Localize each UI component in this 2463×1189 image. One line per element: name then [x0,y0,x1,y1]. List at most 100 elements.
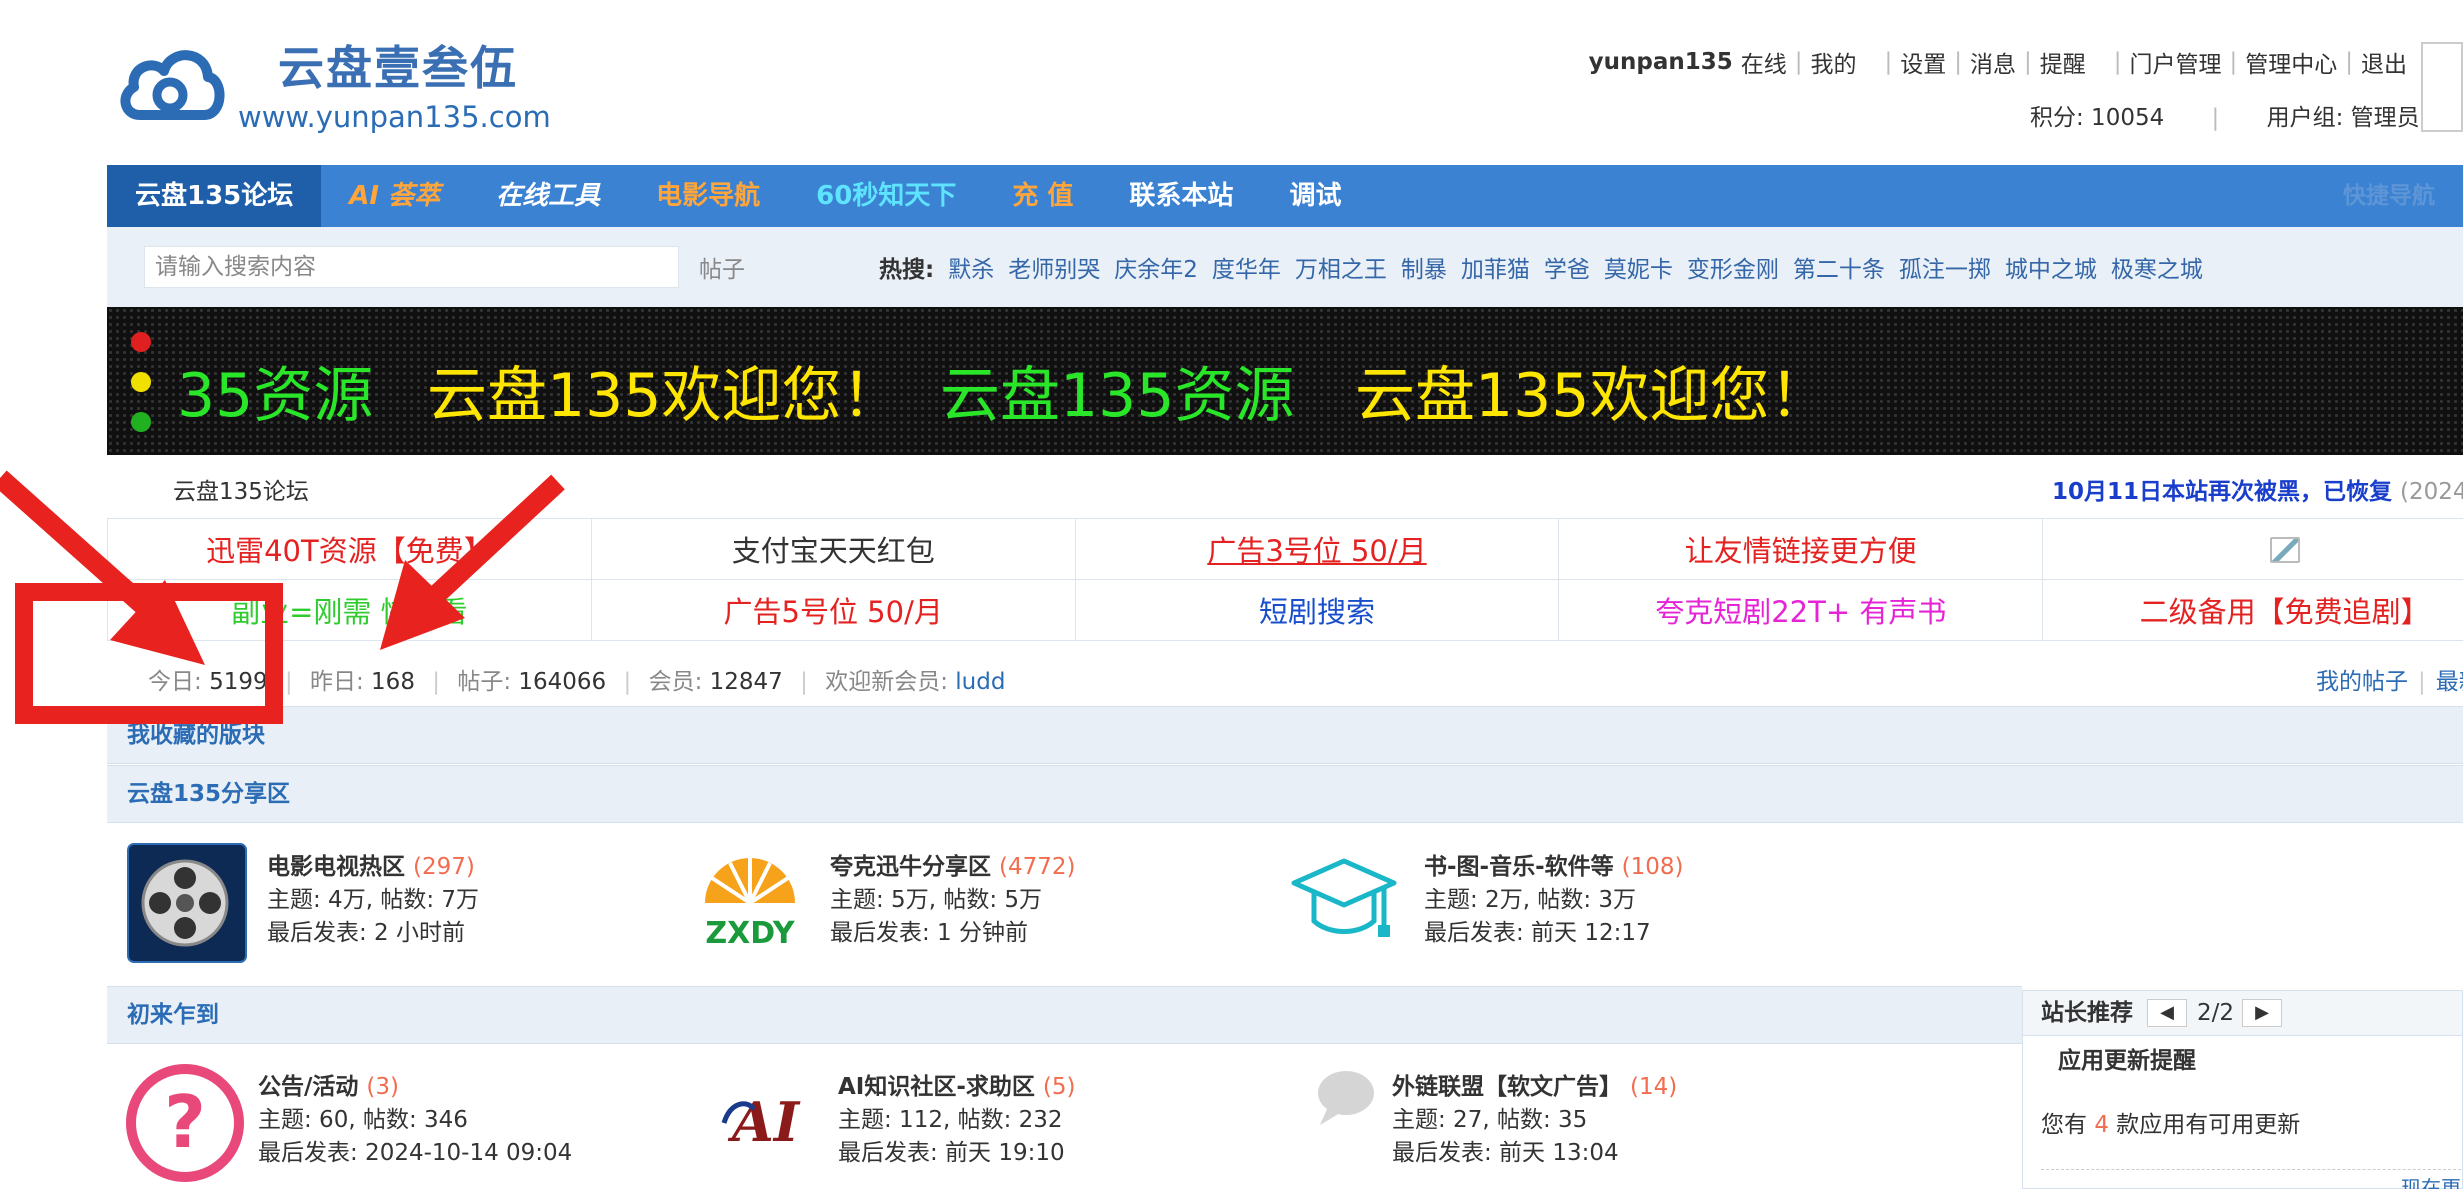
notice-text[interactable]: 10月11日本站再次被黑，已恢复 [2052,479,2392,505]
section-favorites[interactable]: 我收藏的版块 [107,706,2463,764]
hot-search-item[interactable]: 城中之城 [2005,250,2097,284]
forum-last-post[interactable]: 最后发表: 前天 12:17 [1424,913,1651,947]
ad-link[interactable]: 支付宝天天红包 [590,518,1076,580]
section-share[interactable]: 云盘135分享区 [107,765,2463,823]
ad-link[interactable]: 夸克短剧22T+ 有声书 [1558,579,2044,641]
points-label: 积分: 10054 [2030,105,2165,131]
hot-search-item[interactable]: 度华年 [1212,250,1281,284]
my-posts-link[interactable]: 我的帖子 [2316,669,2408,695]
banner-message: 云盘135资源 [940,361,1295,431]
zxdy-logo-text: ZXDY [705,916,796,951]
forum-stats: 主题: 4万, 帖数: 7万 [267,887,480,913]
my-link[interactable]: 我的 [1811,45,1857,79]
ad-image-link[interactable] [2042,518,2463,580]
forum-last-post[interactable]: 最后发表: 2024-10-14 09:04 [258,1133,572,1167]
next-page-button[interactable]: ▶ [2242,999,2283,1027]
prev-page-button[interactable]: ◀ [2147,999,2187,1027]
posts-label: 帖子: [457,669,512,695]
latest-link[interactable]: 最新 [2436,669,2463,695]
avatar[interactable] [2421,42,2463,132]
ad-link[interactable]: 广告5号位 50/月 [590,579,1076,641]
nav-contact[interactable]: 联系本站 [1101,165,1261,227]
forum-item[interactable]: 电影电视热区 (297) 主题: 4万, 帖数: 7万 最后发表: 2 小时前 [127,843,647,963]
hot-search-item[interactable]: 庆余年2 [1114,250,1198,284]
red-light-icon [131,332,151,352]
username-link[interactable]: yunpan135 [1589,49,1733,75]
settings-link[interactable]: 设置 [1900,45,1946,79]
site-notice[interactable]: 10月11日本站再次被黑，已恢复 (2024- [2052,472,2463,506]
nav-debug[interactable]: 调试 [1261,165,1369,227]
nav-forum-home[interactable]: 云盘135论坛 [107,165,322,227]
messages-link[interactable]: 消息 [1970,45,2016,79]
search-type-select[interactable]: 帖子 [699,250,859,284]
logo-url: www.yunpan135.com [238,100,551,134]
breadcrumb[interactable]: 云盘135论坛 [173,472,309,506]
logout-link[interactable]: 退出 [2361,45,2407,79]
hot-search-item[interactable]: 孤注一掷 [1899,250,1991,284]
svg-text:?: ? [164,1080,206,1164]
forum-last-post[interactable]: 最后发表: 1 分钟前 [830,913,1028,947]
zxdy-logo-icon: ZXDY [705,858,796,951]
forum-item[interactable]: 书-图-音乐-软件等 (108) 主题: 2万, 帖数: 3万 最后发表: 前天… [1284,843,1844,963]
forum-name[interactable]: AI知识社区-求助区 (5) [838,1067,1076,1101]
forum-name[interactable]: 夸克迅牛分享区 (4772) [830,847,1076,881]
forum-last-post[interactable]: 最后发表: 前天 13:04 [1392,1133,1619,1167]
forum-stats: 主题: 27, 帖数: 35 [1392,1107,1588,1133]
forum-last-post[interactable]: 最后发表: 前天 19:10 [838,1133,1065,1167]
today-label: 今日: [148,669,202,695]
main-nav: 云盘135论坛 AI 荟萃 在线工具 电影导航 60秒知天下 充 值 联系本站 … [107,165,2463,227]
ad-link[interactable]: 广告3号位 50/月 [1074,518,1560,580]
hot-search-item[interactable]: 加菲猫 [1461,250,1530,284]
nav-60s-news[interactable]: 60秒知天下 [788,165,984,227]
site-logo[interactable]: 云盘壹叁伍 www.yunpan135.com [118,32,558,142]
cloud-logo-icon [120,50,225,120]
reminders-link[interactable]: 提醒 [2040,45,2086,79]
nav-recharge[interactable]: 充 值 [984,165,1101,227]
forum-item[interactable]: 外链联盟【软文广告】 (14) 主题: 27, 帖数: 35 最后发表: 前天 … [1310,1063,1870,1183]
ad-link[interactable]: 迅雷40T资源【免费】 [107,518,592,580]
newest-member-link[interactable]: ludd [955,669,1005,695]
ad-links-table: 迅雷40T资源【免费】 支付宝天天红包 广告3号位 50/月 让友情链接更方便 … [107,518,2463,641]
chat-bubble-icon [1318,1071,1374,1125]
hot-search-item[interactable]: 万相之王 [1295,250,1387,284]
nav-online-tools[interactable]: 在线工具 [468,165,628,227]
hot-search-item[interactable]: 极寒之城 [2111,250,2203,284]
forum-name[interactable]: 公告/活动 (3) [258,1067,399,1101]
nav-movie-guide[interactable]: 电影导航 [628,165,788,227]
forum-name[interactable]: 书-图-音乐-软件等 (108) [1424,847,1684,881]
logo-title: 云盘壹叁伍 [278,41,518,95]
forum-last-post[interactable]: 最后发表: 2 小时前 [267,913,465,947]
forum-stats: 主题: 112, 帖数: 232 [838,1107,1063,1133]
section-newcomer[interactable]: 初来乍到 [107,986,2022,1044]
hot-search-item[interactable]: 第二十条 [1793,250,1885,284]
forum-item[interactable]: AI AI知识社区-求助区 (5) 主题: 112, 帖数: 232 最后发表:… [718,1063,1278,1183]
admin-center-link[interactable]: 管理中心 [2245,45,2337,79]
app-update-title: 应用更新提醒 [2023,1035,2462,1085]
portal-admin-link[interactable]: 门户管理 [2130,45,2222,79]
search-bar: 帖子 热搜: 默杀 老师别哭 庆余年2 度华年 万相之王 制暴 加菲猫 学爸 莫… [107,227,2463,307]
ad-link[interactable]: 二级备用【免费追剧】 [2042,579,2463,641]
search-input[interactable] [144,246,679,288]
hot-search-item[interactable]: 老师别哭 [1008,250,1100,284]
hot-search-item[interactable]: 默杀 [948,250,994,284]
hot-search-item[interactable]: 制暴 [1401,250,1447,284]
ad-link[interactable]: 让友情链接更方便 [1558,518,2044,580]
forum-name[interactable]: 电影电视热区 (297) [267,847,475,881]
ai-logo-text: AI [727,1090,801,1154]
nav-ai[interactable]: AI 荟萃 [321,165,468,227]
quick-nav-button[interactable]: 快捷导航 [2343,165,2435,227]
site-header: 云盘壹叁伍 www.yunpan135.com yunpan135 在线 | 我… [0,0,2463,165]
ad-link[interactable]: 短剧搜索 [1074,579,1560,641]
hot-search-item[interactable]: 变形金刚 [1687,250,1779,284]
forum-item[interactable]: ? 公告/活动 (3) 主题: 60, 帖数: 346 最后发表: 2024-1… [125,1063,685,1183]
update-now-link[interactable]: 现在更 [2041,1169,2461,1189]
divider: | [432,669,441,695]
forum-item[interactable]: ZXDY 夸克迅牛分享区 (4772) 主题: 5万, 帖数: 5万 最后发表:… [690,843,1250,963]
hot-search-item[interactable]: 学爸 [1544,250,1590,284]
divider: | [800,669,808,695]
hot-search-item[interactable]: 莫妮卡 [1604,250,1673,284]
app-update-message: 您有 4 款应用有可用更新 [2041,1112,2301,1138]
forum-name[interactable]: 外链联盟【软文广告】 (14) [1392,1067,1677,1101]
ad-link[interactable]: 副业=刚需 快点看 [107,579,592,641]
today-count: 5199 [209,669,268,695]
